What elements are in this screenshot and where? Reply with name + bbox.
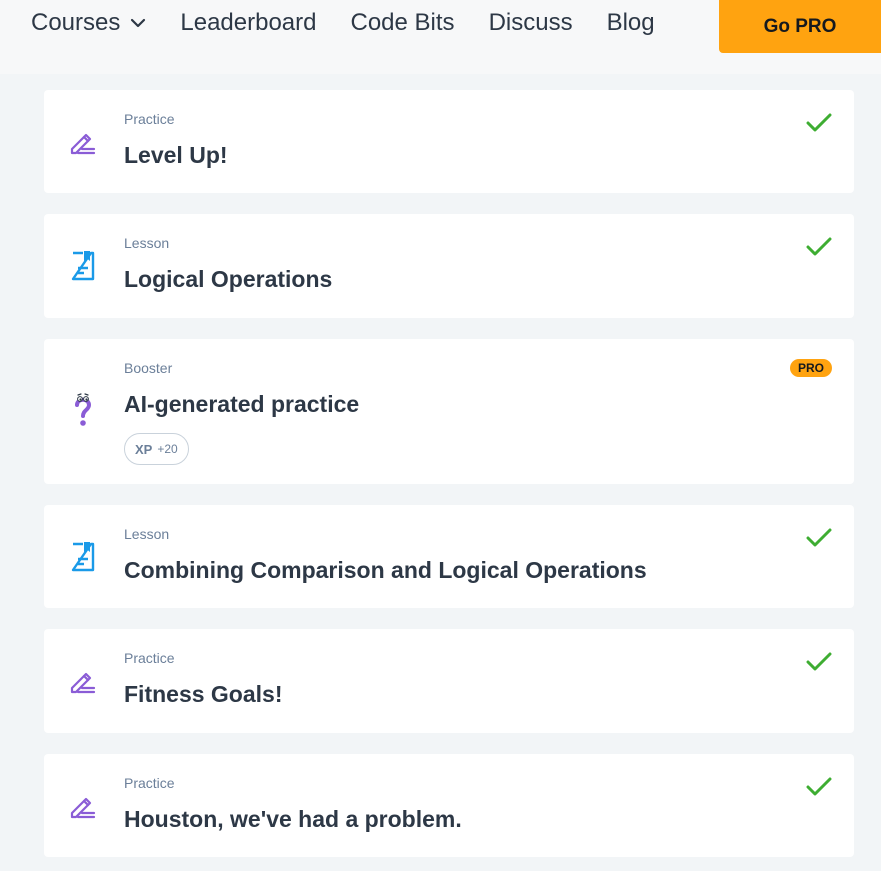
card-type-label: Practice — [124, 775, 175, 791]
nav-courses[interactable]: Courses — [31, 9, 146, 37]
lesson-icon — [68, 250, 98, 282]
lesson-card-booster[interactable]: Booster AI-generated practice PRO XP +20 — [44, 339, 854, 484]
pencil-icon — [68, 665, 98, 697]
checkmark-icon — [806, 652, 832, 676]
pencil-icon — [68, 126, 98, 158]
xp-reward-pill: XP +20 — [124, 433, 189, 465]
go-pro-button[interactable]: Go PRO — [719, 0, 881, 53]
card-type-label: Practice — [124, 111, 175, 127]
checkmark-icon — [806, 528, 832, 552]
lesson-card-lesson[interactable]: Lesson Combining Comparison and Logical … — [44, 505, 854, 608]
top-nav-bar: Courses Leaderboard Code Bits Discuss Bl… — [0, 0, 881, 74]
xp-value: +20 — [157, 442, 178, 456]
card-type-label: Lesson — [124, 235, 170, 251]
checkmark-icon — [806, 237, 832, 261]
pro-badge: PRO — [789, 359, 832, 377]
lesson-card-practice[interactable]: Practice Fitness Goals! — [44, 629, 854, 733]
checkmark-icon — [806, 777, 832, 801]
card-title: AI-generated practice — [124, 391, 360, 417]
checkmark-icon — [806, 113, 832, 137]
lesson-icon — [68, 541, 98, 573]
question-mark-icon — [68, 393, 98, 426]
lesson-card-practice[interactable]: Practice Level Up! — [44, 90, 854, 193]
nav-code-bits[interactable]: Code Bits — [351, 9, 455, 37]
pencil-icon — [68, 790, 98, 822]
card-title: Houston, we've had a problem. — [124, 806, 462, 832]
nav-leaderboard[interactable]: Leaderboard — [180, 9, 316, 37]
xp-label: XP — [135, 441, 153, 457]
card-title: Combining Comparison and Logical Operati… — [124, 557, 647, 583]
card-type-label: Lesson — [124, 526, 170, 542]
nav-courses-label: Courses — [31, 9, 121, 36]
card-title: Level Up! — [124, 142, 228, 168]
lesson-card-practice[interactable]: Practice Houston, we've had a problem. — [44, 754, 854, 857]
nav-discuss[interactable]: Discuss — [489, 9, 573, 37]
main-nav: Courses Leaderboard Code Bits Discuss Bl… — [31, 0, 689, 46]
card-title: Fitness Goals! — [124, 681, 283, 707]
card-type-label: Practice — [124, 650, 175, 666]
lesson-card-lesson[interactable]: Lesson Logical Operations — [44, 214, 854, 318]
card-title: Logical Operations — [124, 266, 333, 292]
card-type-label: Booster — [124, 360, 173, 376]
nav-blog[interactable]: Blog — [607, 9, 655, 37]
chevron-down-icon — [130, 18, 146, 28]
